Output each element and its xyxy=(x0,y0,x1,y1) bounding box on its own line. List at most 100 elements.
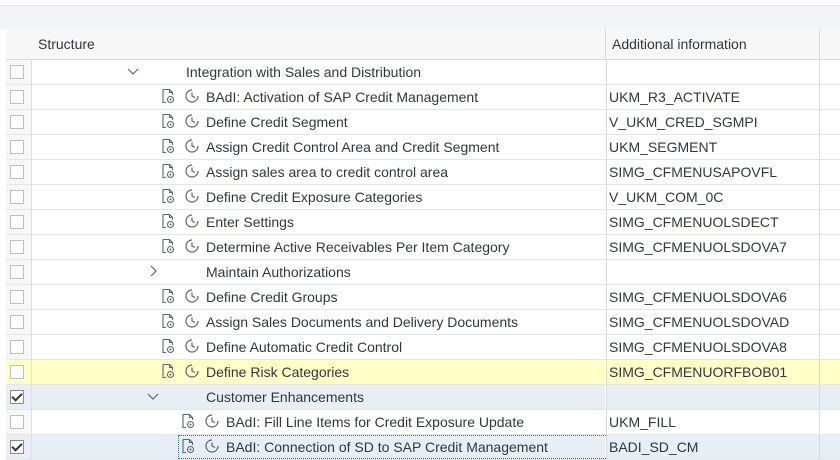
execute-document-icon[interactable] xyxy=(160,238,176,254)
tree-node-label[interactable]: Enter Settings xyxy=(206,214,294,230)
structure-cell[interactable]: Assign sales area to credit control area xyxy=(32,160,605,184)
execute-document-icon[interactable] xyxy=(180,413,196,429)
row-checkbox[interactable] xyxy=(10,440,24,454)
column-divider[interactable] xyxy=(819,29,820,59)
row-selector[interactable] xyxy=(6,335,32,359)
structure-cell[interactable]: Define Automatic Credit Control xyxy=(32,335,605,359)
chevron-right-icon[interactable] xyxy=(146,263,160,279)
tree-row[interactable]: Define Risk Categories SIMG_CFMENUORFBOB0… xyxy=(6,360,840,385)
row-selector[interactable] xyxy=(6,435,32,459)
structure-cell[interactable]: Define Credit Exposure Categories xyxy=(32,185,605,209)
row-selector[interactable] xyxy=(6,60,32,84)
structure-cell[interactable]: BAdI: Connection of SD to SAP Credit Man… xyxy=(32,435,820,459)
tree-node-label[interactable]: Assign Credit Control Area and Credit Se… xyxy=(206,139,499,155)
chevron-down-icon[interactable] xyxy=(126,63,140,79)
structure-cell[interactable]: Assign Sales Documents and Delivery Docu… xyxy=(32,310,605,334)
row-checkbox[interactable] xyxy=(10,390,24,404)
row-selector[interactable] xyxy=(6,360,32,384)
tree-node-label[interactable]: BAdI: Activation of SAP Credit Managemen… xyxy=(206,89,478,105)
execute-document-icon[interactable] xyxy=(160,138,176,154)
row-checkbox[interactable] xyxy=(10,190,24,204)
execute-document-icon[interactable] xyxy=(160,113,176,129)
tree-row[interactable]: Define Credit Exposure Categories V_UKM_C… xyxy=(6,185,840,210)
tree-node-label[interactable]: Define Credit Exposure Categories xyxy=(206,189,422,205)
row-checkbox[interactable] xyxy=(10,365,24,379)
structure-cell[interactable]: Enter Settings xyxy=(32,210,605,234)
clock-icon[interactable] xyxy=(184,313,200,329)
tree-node-label[interactable]: Determine Active Receivables Per Item Ca… xyxy=(206,239,509,255)
clock-icon[interactable] xyxy=(184,238,200,254)
structure-cell[interactable]: Assign Credit Control Area and Credit Se… xyxy=(32,135,605,159)
row-selector[interactable] xyxy=(6,285,32,309)
tree-row[interactable]: Assign Sales Documents and Delivery Docu… xyxy=(6,310,840,335)
execute-document-icon[interactable] xyxy=(160,313,176,329)
clock-icon[interactable] xyxy=(184,113,200,129)
tree-row[interactable]: Determine Active Receivables Per Item Ca… xyxy=(6,235,840,260)
structure-cell[interactable]: BAdI: Fill Line Items for Credit Exposur… xyxy=(32,410,605,434)
row-selector[interactable] xyxy=(6,410,32,434)
row-checkbox[interactable] xyxy=(10,140,24,154)
execute-document-icon[interactable] xyxy=(160,188,176,204)
tree-node-label[interactable]: Define Automatic Credit Control xyxy=(206,339,402,355)
column-header-additional-information[interactable]: Additional information xyxy=(612,36,747,52)
execute-document-icon[interactable] xyxy=(160,88,176,104)
structure-cell[interactable]: Customer Enhancements xyxy=(32,385,605,409)
row-checkbox[interactable] xyxy=(10,115,24,129)
row-selector[interactable] xyxy=(6,310,32,334)
row-selector[interactable] xyxy=(6,235,32,259)
clock-icon[interactable] xyxy=(184,163,200,179)
column-header-structure[interactable]: Structure xyxy=(38,36,95,52)
structure-cell[interactable]: BAdI: Activation of SAP Credit Managemen… xyxy=(32,85,605,109)
clock-icon[interactable] xyxy=(204,438,220,454)
tree-row[interactable]: Maintain Authorizations xyxy=(6,260,840,285)
tree-node-label[interactable]: Customer Enhancements xyxy=(206,389,364,405)
execute-document-icon[interactable] xyxy=(160,338,176,354)
row-checkbox[interactable] xyxy=(10,415,24,429)
tree-row[interactable]: Enter Settings SIMG_CFMENUOLSDECT xyxy=(6,210,840,235)
structure-cell[interactable]: Define Credit Segment xyxy=(32,110,605,134)
tree-row[interactable]: BAdI: Connection of SD to SAP Credit Man… xyxy=(6,435,840,460)
row-selector[interactable] xyxy=(6,160,32,184)
clock-icon[interactable] xyxy=(184,363,200,379)
clock-icon[interactable] xyxy=(184,188,200,204)
execute-document-icon[interactable] xyxy=(160,363,176,379)
clock-icon[interactable] xyxy=(184,338,200,354)
tree-node-label[interactable]: Maintain Authorizations xyxy=(206,264,351,280)
execute-document-icon[interactable] xyxy=(180,438,196,454)
row-checkbox[interactable] xyxy=(10,240,24,254)
row-checkbox[interactable] xyxy=(10,165,24,179)
tree-row[interactable]: BAdI: Activation of SAP Credit Managemen… xyxy=(6,85,840,110)
structure-cell[interactable]: Determine Active Receivables Per Item Ca… xyxy=(32,235,605,259)
clock-icon[interactable] xyxy=(184,138,200,154)
tree-node-label[interactable]: Define Risk Categories xyxy=(206,364,349,380)
clock-icon[interactable] xyxy=(184,213,200,229)
tree-node-label[interactable]: Assign sales area to credit control area xyxy=(206,164,448,180)
tree-row[interactable]: Define Credit Segment V_UKM_CRED_SGMPI xyxy=(6,110,840,135)
structure-cell[interactable]: Define Risk Categories xyxy=(32,360,605,384)
tree-row[interactable]: Customer Enhancements xyxy=(6,385,840,410)
structure-cell[interactable]: Define Credit Groups xyxy=(32,285,605,309)
column-divider[interactable] xyxy=(605,29,606,59)
tree-row[interactable]: Assign sales area to credit control area… xyxy=(6,160,840,185)
tree-node-label[interactable]: Define Credit Segment xyxy=(206,114,348,130)
tree-row[interactable]: BAdI: Fill Line Items for Credit Exposur… xyxy=(6,410,840,435)
tree-node-label[interactable]: Assign Sales Documents and Delivery Docu… xyxy=(206,314,518,330)
structure-cell[interactable]: Maintain Authorizations xyxy=(32,260,605,284)
row-checkbox[interactable] xyxy=(10,90,24,104)
row-checkbox[interactable] xyxy=(10,340,24,354)
chevron-down-icon[interactable] xyxy=(146,388,160,404)
row-checkbox[interactable] xyxy=(10,315,24,329)
row-checkbox[interactable] xyxy=(10,265,24,279)
tree-node-label[interactable]: BAdI: Fill Line Items for Credit Exposur… xyxy=(226,414,524,430)
tree-row[interactable]: Define Credit Groups SIMG_CFMENUOLSDOVA6 xyxy=(6,285,840,310)
row-selector[interactable] xyxy=(6,210,32,234)
row-selector[interactable] xyxy=(6,185,32,209)
execute-document-icon[interactable] xyxy=(160,213,176,229)
tree-node-label[interactable]: BAdI: Connection of SD to SAP Credit Man… xyxy=(226,439,548,455)
row-selector[interactable] xyxy=(6,385,32,409)
tree-node-label[interactable]: Define Credit Groups xyxy=(206,289,338,305)
tree-row[interactable]: Assign Credit Control Area and Credit Se… xyxy=(6,135,840,160)
structure-cell[interactable]: Integration with Sales and Distribution xyxy=(32,60,605,84)
row-checkbox[interactable] xyxy=(10,65,24,79)
row-selector[interactable] xyxy=(6,135,32,159)
